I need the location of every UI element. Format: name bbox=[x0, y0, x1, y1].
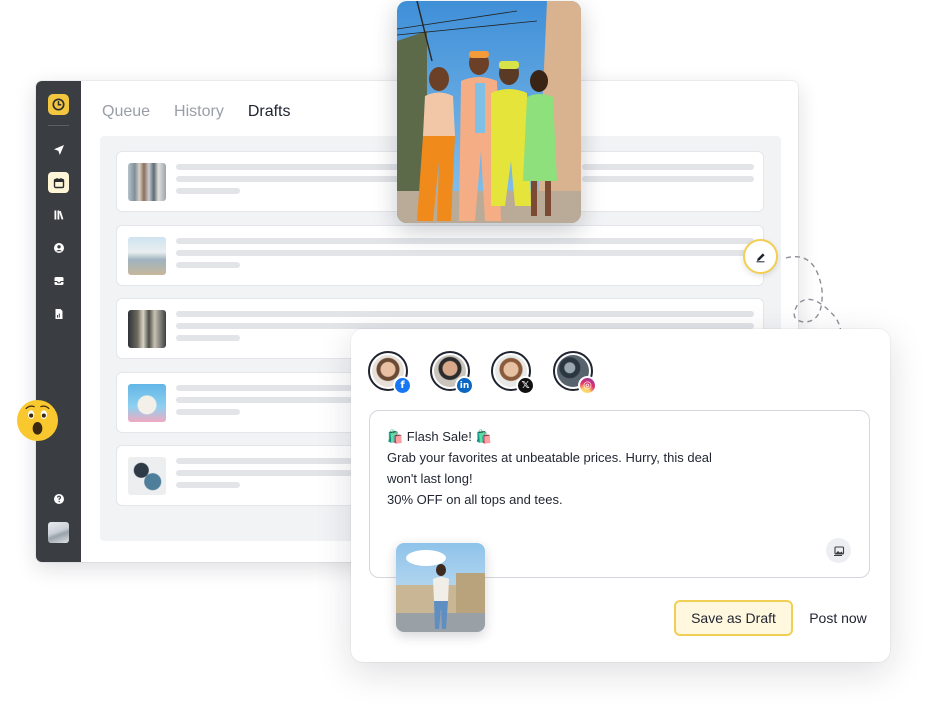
tab-drafts[interactable]: Drafts bbox=[248, 103, 291, 121]
placeholder-bar bbox=[176, 397, 352, 403]
post-line-headline: 🛍️ Flash Sale! 🛍️ bbox=[387, 429, 492, 444]
placeholder-bar bbox=[176, 238, 754, 244]
placeholder-bar bbox=[176, 385, 352, 391]
account-avatar-linkedin[interactable]: in bbox=[430, 351, 474, 395]
sidebar-item-reports[interactable] bbox=[48, 303, 69, 324]
image-icon bbox=[833, 545, 844, 556]
app-logo[interactable] bbox=[48, 94, 69, 115]
help-icon bbox=[53, 493, 64, 504]
library-icon bbox=[54, 210, 63, 220]
placeholder-bar bbox=[582, 176, 754, 182]
sidebar-divider bbox=[48, 125, 69, 126]
sidebar-item-calendar[interactable] bbox=[48, 172, 69, 193]
instagram-icon: ◎ bbox=[578, 376, 597, 395]
draft-thumbnail-man-in-hat bbox=[128, 237, 166, 275]
sidebar-item-profile[interactable] bbox=[48, 237, 69, 258]
post-content: 🛍️ Flash Sale! 🛍️ Grab your favorites at… bbox=[387, 426, 712, 510]
surprised-face-icon bbox=[16, 399, 59, 442]
draft-row[interactable] bbox=[116, 225, 764, 286]
attached-photo-image bbox=[396, 543, 485, 632]
post-line-offer: 30% OFF on all tops and tees. bbox=[387, 492, 563, 507]
placeholder-bar bbox=[176, 335, 240, 341]
tab-history[interactable]: History bbox=[174, 103, 224, 121]
draft-thumbnail-three-men bbox=[128, 310, 166, 348]
post-line-body: Grab your favorites at unbeatable prices… bbox=[387, 450, 712, 465]
placeholder-bar bbox=[176, 409, 240, 415]
facebook-icon: f bbox=[393, 376, 412, 395]
draft-thumbnail-outfit-flatlay bbox=[128, 457, 166, 495]
draft-thumbnail-clothing-rack bbox=[128, 163, 166, 201]
placeholder-bar bbox=[176, 250, 754, 256]
calendar-icon bbox=[53, 177, 64, 188]
placeholder-bar bbox=[176, 164, 406, 170]
sidebar bbox=[36, 81, 81, 562]
logo-clock-icon bbox=[52, 98, 65, 111]
sidebar-item-publish[interactable] bbox=[48, 139, 69, 160]
placeholder-bar bbox=[176, 188, 240, 194]
sidebar-item-inbox[interactable] bbox=[48, 270, 69, 291]
placeholder-bar bbox=[176, 482, 240, 488]
send-icon bbox=[53, 144, 64, 155]
linkedin-icon: in bbox=[455, 376, 474, 395]
post-now-button[interactable]: Post now bbox=[803, 600, 873, 636]
draft-thumbnail-man-sky-blue bbox=[128, 384, 166, 422]
report-icon bbox=[55, 308, 62, 319]
add-image-button[interactable] bbox=[826, 538, 851, 563]
user-circle-icon bbox=[53, 242, 64, 253]
fashion-group-image bbox=[397, 1, 581, 223]
account-avatar-facebook[interactable]: f bbox=[368, 351, 412, 395]
placeholder-bar bbox=[176, 262, 240, 268]
tab-queue[interactable]: Queue bbox=[102, 103, 150, 121]
tab-bar: Queue History Drafts bbox=[102, 103, 291, 121]
sidebar-help[interactable] bbox=[48, 488, 69, 509]
account-avatar-x[interactable]: 𝕏 bbox=[491, 351, 535, 395]
user-avatar[interactable] bbox=[48, 522, 69, 543]
hero-fashion-photo bbox=[397, 1, 581, 223]
placeholder-bar bbox=[176, 458, 352, 464]
placeholder-bar bbox=[176, 470, 352, 476]
placeholder-bar bbox=[176, 311, 754, 317]
placeholder-bar bbox=[582, 164, 754, 170]
placeholder-bar bbox=[176, 176, 406, 182]
save-as-draft-button[interactable]: Save as Draft bbox=[674, 600, 793, 636]
post-line-body: won't last long! bbox=[387, 471, 473, 486]
account-avatar-instagram[interactable]: ◎ bbox=[553, 351, 597, 395]
compose-post-modal: f in 𝕏 ◎ 🛍️ Flash Sale! 🛍️ Grab your fav… bbox=[351, 329, 890, 662]
sidebar-item-library[interactable] bbox=[48, 204, 69, 225]
attached-photo-thumbnail[interactable] bbox=[396, 543, 485, 632]
x-twitter-icon: 𝕏 bbox=[516, 376, 535, 395]
inbox-icon bbox=[54, 276, 63, 285]
